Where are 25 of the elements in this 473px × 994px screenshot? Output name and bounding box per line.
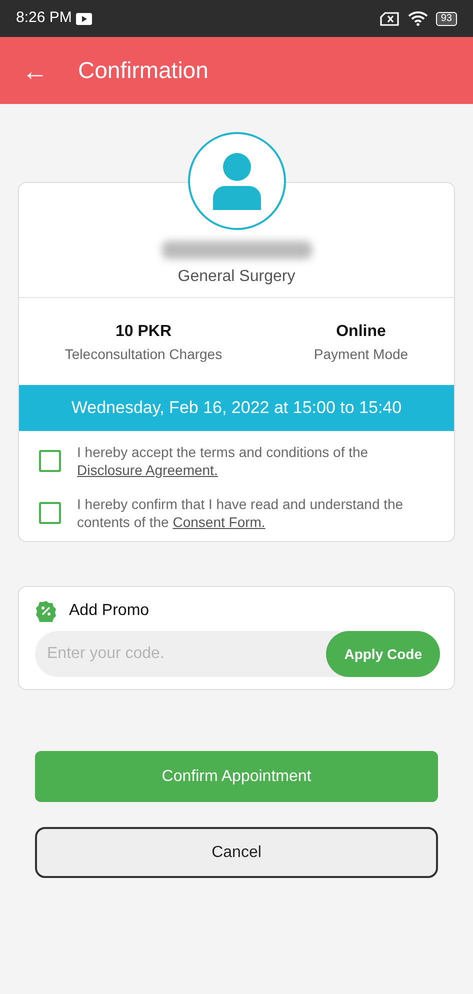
wifi-icon	[408, 11, 428, 26]
checkbox[interactable]	[39, 502, 61, 524]
doctor-specialty: General Surgery	[176, 267, 296, 287]
agreement-link[interactable]: Disclosure Agreement.	[77, 462, 218, 478]
apply-code-button[interactable]: Apply Code	[326, 631, 440, 678]
status-time: 8:26 PM	[16, 8, 72, 28]
promo-field[interactable]: Enter your code. Apply Code	[35, 631, 440, 678]
agreement-text: I hereby confirm that I have read and understand the contents of the Consent Form.	[77, 494, 404, 532]
back-button[interactable]: ←	[22, 58, 48, 84]
confirm-button[interactable]: Confirm Appointment	[35, 751, 438, 802]
agreement-text: I hereby accept the terms and conditions of the Disclosure Agreement.	[77, 442, 370, 479]
summary-value: 10 PKR	[114, 322, 173, 342]
agreement-link[interactable]: Consent Form.	[172, 514, 266, 530]
sim-icon	[380, 12, 400, 26]
summary-label: Teleconsultation Charges	[64, 345, 222, 364]
summary-value: Online	[335, 322, 387, 342]
summary-label: Payment Mode	[314, 345, 408, 364]
schedule-banner: Wednesday, Feb 16, 2022 at 15:00 to 15:40	[19, 385, 454, 430]
promo-title: Add Promo	[69, 601, 150, 622]
discount-icon	[35, 600, 57, 622]
page-title: Confirmation	[78, 56, 208, 86]
video-icon	[76, 12, 92, 24]
cancel-button[interactable]: Cancel	[35, 827, 438, 878]
checkbox[interactable]	[39, 450, 61, 472]
battery-indicator: 93	[436, 12, 457, 26]
